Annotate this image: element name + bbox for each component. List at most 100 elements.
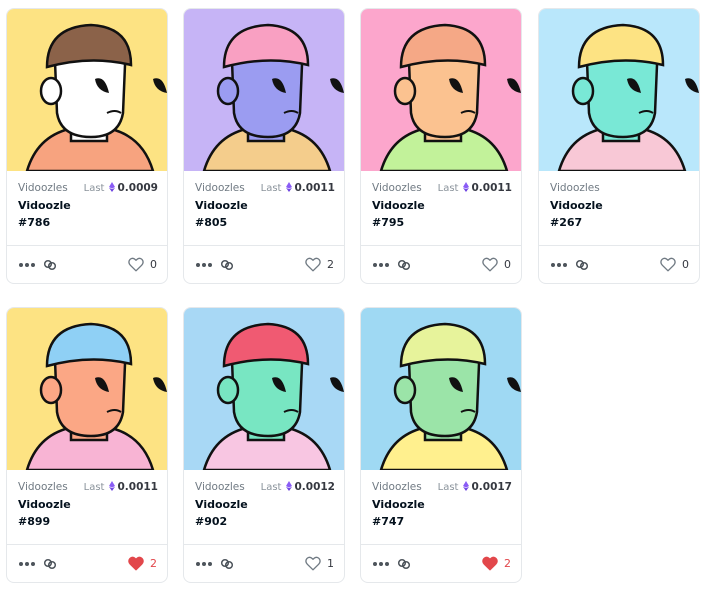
nft-image[interactable] bbox=[7, 9, 167, 171]
avatar-illustration bbox=[184, 9, 344, 171]
collection-name[interactable]: Vidoozles bbox=[18, 182, 68, 194]
last-sale-price: Last 0.0011 bbox=[438, 182, 512, 195]
nft-image[interactable] bbox=[361, 9, 521, 171]
collection-name[interactable]: Vidoozles bbox=[195, 182, 245, 194]
eth-icon bbox=[109, 182, 116, 195]
heart-icon bbox=[128, 556, 144, 570]
like-count: 0 bbox=[150, 257, 157, 271]
heart-icon bbox=[482, 257, 498, 272]
collection-name[interactable]: Vidoozles bbox=[550, 182, 600, 194]
nft-image[interactable] bbox=[361, 308, 521, 470]
more-options-icon[interactable] bbox=[196, 561, 214, 567]
card-footer: 2 bbox=[361, 545, 521, 582]
price-value: 0.0011 bbox=[117, 481, 158, 493]
nft-card[interactable]: Vidoozles Last 0.0011 Vidoozle #795 0 bbox=[360, 8, 522, 284]
nft-card[interactable]: Vidoozles Last 0.0011 Vidoozle #805 2 bbox=[183, 8, 345, 284]
favorite-button[interactable]: 2 bbox=[482, 555, 511, 571]
like-count: 0 bbox=[504, 257, 511, 271]
nft-name[interactable]: Vidoozle bbox=[372, 199, 425, 212]
collection-name[interactable]: Vidoozles bbox=[195, 481, 245, 493]
last-sale-price: Last 0.0011 bbox=[84, 481, 158, 494]
last-sale-price: Last 0.0009 bbox=[84, 182, 158, 195]
like-count: 2 bbox=[327, 257, 334, 271]
last-sale-price: Last 0.0017 bbox=[438, 481, 512, 494]
like-count: 1 bbox=[327, 556, 334, 570]
chain-link-icon[interactable] bbox=[397, 257, 411, 271]
nft-card[interactable]: Vidoozles Last 0.0009 Vidoozle #786 0 bbox=[6, 8, 168, 284]
last-label: Last bbox=[83, 482, 105, 493]
eth-icon bbox=[286, 182, 293, 195]
card-footer: 0 bbox=[7, 246, 167, 283]
collection-name[interactable]: Vidoozles bbox=[372, 182, 422, 194]
heart-icon bbox=[128, 257, 144, 272]
eth-icon bbox=[463, 481, 470, 494]
nft-image[interactable] bbox=[539, 9, 699, 171]
price-value: 0.0012 bbox=[294, 481, 335, 493]
nft-name[interactable]: Vidoozle bbox=[372, 498, 425, 511]
favorite-button[interactable]: 0 bbox=[660, 256, 689, 272]
avatar-illustration bbox=[361, 9, 521, 171]
favorite-button[interactable]: 0 bbox=[482, 256, 511, 272]
nft-card[interactable]: Vidoozles Last 0.0011 Vidoozle #899 2 bbox=[6, 307, 168, 583]
nft-name[interactable]: Vidoozle bbox=[18, 199, 71, 212]
chain-link-icon[interactable] bbox=[397, 556, 411, 570]
card-info: Vidoozles Last 0.0011 Vidoozle #795 bbox=[372, 180, 512, 240]
avatar-illustration bbox=[7, 9, 167, 171]
token-id: #899 bbox=[18, 515, 51, 528]
like-count: 0 bbox=[682, 257, 689, 271]
avatar-illustration bbox=[539, 9, 699, 171]
heart-icon bbox=[660, 257, 676, 272]
avatar-illustration bbox=[361, 308, 521, 470]
chain-link-icon[interactable] bbox=[220, 556, 234, 570]
token-id: #902 bbox=[195, 515, 228, 528]
favorite-button[interactable]: 1 bbox=[305, 555, 334, 571]
more-options-icon[interactable] bbox=[551, 262, 569, 268]
last-label: Last bbox=[260, 482, 282, 493]
more-options-icon[interactable] bbox=[373, 262, 391, 268]
like-count: 2 bbox=[504, 556, 511, 570]
favorite-button[interactable]: 2 bbox=[305, 256, 334, 272]
eth-icon bbox=[109, 481, 116, 494]
nft-grid: Vidoozles Last 0.0009 Vidoozle #786 0 Vi… bbox=[6, 8, 706, 588]
nft-image[interactable] bbox=[7, 308, 167, 470]
nft-image[interactable] bbox=[184, 9, 344, 171]
heart-icon bbox=[305, 556, 321, 570]
price-value: 0.0017 bbox=[471, 481, 512, 493]
nft-name[interactable]: Vidoozle bbox=[18, 498, 71, 511]
more-options-icon[interactable] bbox=[19, 561, 37, 567]
price-value: 0.0011 bbox=[294, 182, 335, 194]
card-footer: 2 bbox=[184, 246, 344, 283]
chain-link-icon[interactable] bbox=[575, 257, 589, 271]
chain-link-icon[interactable] bbox=[43, 556, 57, 570]
last-label: Last bbox=[437, 482, 459, 493]
nft-image[interactable] bbox=[184, 308, 344, 470]
token-id: #795 bbox=[372, 216, 405, 229]
favorite-button[interactable]: 2 bbox=[128, 555, 157, 571]
card-info: Vidoozles Last 0.0009 Vidoozle #786 bbox=[18, 180, 158, 240]
card-info: Vidoozles Last 0.0011 Vidoozle #899 bbox=[18, 479, 158, 539]
nft-card[interactable]: Vidoozles Last Vidoozle #267 0 bbox=[538, 8, 700, 284]
eth-icon bbox=[463, 182, 470, 195]
more-options-icon[interactable] bbox=[19, 262, 37, 268]
chain-link-icon[interactable] bbox=[43, 257, 57, 271]
last-label: Last bbox=[437, 183, 459, 194]
eth-icon bbox=[286, 481, 293, 494]
nft-name[interactable]: Vidoozle bbox=[195, 199, 248, 212]
nft-name[interactable]: Vidoozle bbox=[195, 498, 248, 511]
collection-name[interactable]: Vidoozles bbox=[372, 481, 422, 493]
card-footer: 0 bbox=[361, 246, 521, 283]
more-options-icon[interactable] bbox=[196, 262, 214, 268]
token-id: #747 bbox=[372, 515, 405, 528]
nft-name[interactable]: Vidoozle bbox=[550, 199, 603, 212]
nft-card[interactable]: Vidoozles Last 0.0017 Vidoozle #747 2 bbox=[360, 307, 522, 583]
more-options-icon[interactable] bbox=[373, 561, 391, 567]
heart-icon bbox=[305, 257, 321, 272]
nft-card[interactable]: Vidoozles Last 0.0012 Vidoozle #902 1 bbox=[183, 307, 345, 583]
card-info: Vidoozles Last Vidoozle #267 bbox=[550, 180, 690, 240]
card-info: Vidoozles Last 0.0012 Vidoozle #902 bbox=[195, 479, 335, 539]
token-id: #267 bbox=[550, 216, 583, 229]
favorite-button[interactable]: 0 bbox=[128, 256, 157, 272]
token-id: #786 bbox=[18, 216, 51, 229]
chain-link-icon[interactable] bbox=[220, 257, 234, 271]
collection-name[interactable]: Vidoozles bbox=[18, 481, 68, 493]
